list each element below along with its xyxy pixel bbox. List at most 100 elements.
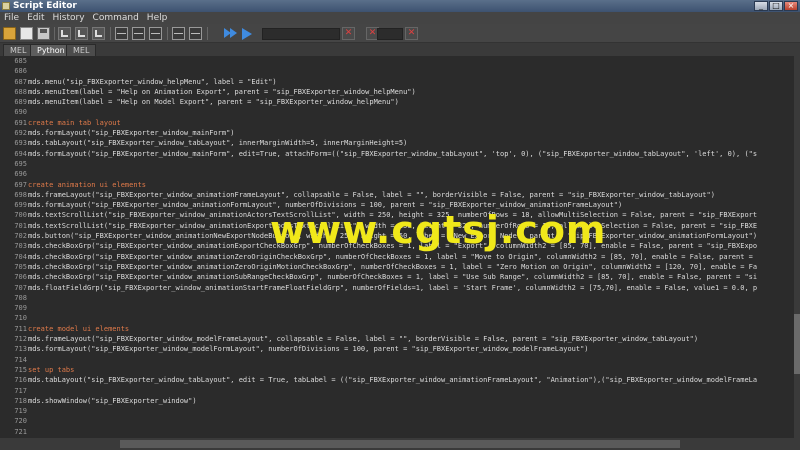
- minimize-button[interactable]: _: [754, 1, 768, 11]
- line-number: 685: [14, 57, 27, 65]
- save-script-icon[interactable]: [37, 27, 50, 40]
- maximize-button[interactable]: □: [769, 1, 783, 11]
- code-line[interactable]: 698mds.frameLayout("sip_FBXExporter_wind…: [0, 190, 794, 200]
- code-line[interactable]: 711create model ui elements: [0, 324, 794, 334]
- line-number: 721: [14, 427, 27, 436]
- code-line[interactable]: 696: [0, 169, 794, 179]
- scroll-thumb[interactable]: [120, 440, 680, 448]
- code-line[interactable]: 685: [0, 56, 794, 66]
- code-line[interactable]: 720: [0, 416, 794, 426]
- code-line[interactable]: 718mds.showWindow("sip_FBXExporter_windo…: [0, 396, 794, 406]
- code-line[interactable]: 713mds.formLayout("sip_FBXExporter_windo…: [0, 344, 794, 354]
- line-number: 700: [14, 211, 27, 220]
- line-number: 712: [14, 335, 27, 344]
- code-line[interactable]: 719: [0, 406, 794, 416]
- code-text: mds.menuItem(label = "Help on Model Expo…: [28, 98, 399, 107]
- menu-help[interactable]: Help: [143, 12, 172, 24]
- execute-icon[interactable]: [242, 28, 252, 40]
- code-line[interactable]: 715set up tabs: [0, 365, 794, 375]
- code-text: mds.menuItem(label = "Help on Animation …: [28, 87, 416, 96]
- horizontal-scrollbar[interactable]: [0, 438, 800, 450]
- code-line[interactable]: 692mds.formLayout("sip_FBXExporter_windo…: [0, 128, 794, 138]
- clear-field-icon[interactable]: ✕: [405, 27, 418, 40]
- line-number: 687: [14, 77, 27, 86]
- show-both-icon[interactable]: [149, 27, 162, 40]
- close-button[interactable]: ×: [784, 1, 798, 11]
- code-line[interactable]: 688mds.menuItem(label = "Help on Animati…: [0, 87, 794, 97]
- echo-commands-icon[interactable]: [172, 27, 185, 40]
- code-line[interactable]: 705mds.checkBoxGrp("sip_FBXExporter_wind…: [0, 262, 794, 272]
- tab-mel-2[interactable]: MEL: [66, 44, 97, 56]
- code-comment: create animation ui elements: [28, 180, 147, 189]
- code-line[interactable]: 712mds.frameLayout("sip_FBXExporter_wind…: [0, 334, 794, 344]
- execute-all-icon[interactable]: [224, 27, 238, 40]
- quick-help-field[interactable]: [262, 28, 340, 40]
- line-number: 719: [14, 407, 27, 416]
- code-line[interactable]: 697create animation ui elements: [0, 180, 794, 190]
- title-bar: Script Editor _ □ ×: [0, 0, 800, 12]
- menu-edit[interactable]: Edit: [23, 12, 48, 24]
- code-text: mds.menu("sip_FBXExporter_window_helpMen…: [28, 77, 277, 86]
- menu-command[interactable]: Command: [89, 12, 143, 24]
- code-text: mds.checkBoxGrp("sip_FBXExporter_window_…: [28, 262, 758, 271]
- code-text: mds.floatFieldGrp("sip_FBXExporter_windo…: [28, 283, 758, 292]
- vertical-scrollbar[interactable]: [794, 56, 800, 438]
- code-line[interactable]: 704mds.checkBoxGrp("sip_FBXExporter_wind…: [0, 252, 794, 262]
- line-number: 715: [14, 365, 27, 374]
- window-controls: _ □ ×: [754, 1, 798, 11]
- line-number: 686: [14, 67, 27, 76]
- code-text: mds.frameLayout("sip_FBXExporter_window_…: [28, 190, 715, 199]
- code-line[interactable]: 686: [0, 66, 794, 76]
- line-number: 706: [14, 273, 27, 282]
- code-text: mds.frameLayout("sip_FBXExporter_window_…: [28, 335, 699, 344]
- code-line[interactable]: 693mds.tabLayout("sip_FBXExporter_window…: [0, 138, 794, 148]
- code-text: mds.checkBoxGrp("sip_FBXExporter_window_…: [28, 252, 753, 261]
- clear-field-icon[interactable]: ✕: [342, 27, 355, 40]
- tab-mel[interactable]: MEL: [3, 44, 34, 56]
- watermark: www.cgtsj.com: [270, 208, 607, 252]
- line-number: 690: [14, 108, 27, 117]
- code-line[interactable]: 717: [0, 386, 794, 396]
- line-number: 694: [14, 149, 27, 158]
- line-number: 707: [14, 283, 27, 292]
- scroll-thumb[interactable]: [794, 314, 800, 374]
- clear-input-icon[interactable]: [75, 27, 88, 40]
- code-line[interactable]: 716mds.tabLayout("sip_FBXExporter_window…: [0, 375, 794, 385]
- line-number: 704: [14, 252, 27, 261]
- code-comment: set up tabs: [28, 365, 75, 374]
- code-line[interactable]: 687mds.menu("sip_FBXExporter_window_help…: [0, 77, 794, 87]
- code-line[interactable]: 709: [0, 303, 794, 313]
- show-input-icon[interactable]: [132, 27, 145, 40]
- code-line[interactable]: 706mds.checkBoxGrp("sip_FBXExporter_wind…: [0, 272, 794, 282]
- code-line[interactable]: 714: [0, 355, 794, 365]
- line-number: 688: [14, 87, 27, 96]
- code-line[interactable]: 710: [0, 313, 794, 323]
- code-line[interactable]: 694mds.formLayout("sip_FBXExporter_windo…: [0, 149, 794, 159]
- line-number: 698: [14, 190, 27, 199]
- line-number: 696: [14, 170, 27, 179]
- code-line[interactable]: 691create main tab layout: [0, 118, 794, 128]
- clear-history-icon[interactable]: [58, 27, 71, 40]
- window-title: Script Editor: [13, 1, 77, 11]
- line-number: 692: [14, 129, 27, 138]
- code-line[interactable]: 695: [0, 159, 794, 169]
- code-line[interactable]: 721: [0, 427, 794, 437]
- menu-file[interactable]: File: [0, 12, 23, 24]
- code-line[interactable]: 707mds.floatFieldGrp("sip_FBXExporter_wi…: [0, 283, 794, 293]
- code-line[interactable]: 708: [0, 293, 794, 303]
- source-script-icon[interactable]: [20, 27, 33, 40]
- code-line[interactable]: 690: [0, 107, 794, 117]
- menu-history[interactable]: History: [49, 12, 89, 24]
- line-number: 699: [14, 201, 27, 210]
- line-numbers-icon[interactable]: [189, 27, 202, 40]
- script-editor-icon: [2, 2, 10, 10]
- line-number: 716: [14, 376, 27, 385]
- open-script-icon[interactable]: [3, 27, 16, 40]
- line-number: 697: [14, 180, 27, 189]
- clear-all-icon[interactable]: [92, 27, 105, 40]
- code-line[interactable]: 689mds.menuItem(label = "Help on Model E…: [0, 97, 794, 107]
- find-field[interactable]: [377, 28, 403, 40]
- code-text: mds.tabLayout("sip_FBXExporter_window_ta…: [28, 376, 758, 385]
- toolbar-separator: [167, 27, 168, 40]
- show-history-icon[interactable]: [115, 27, 128, 40]
